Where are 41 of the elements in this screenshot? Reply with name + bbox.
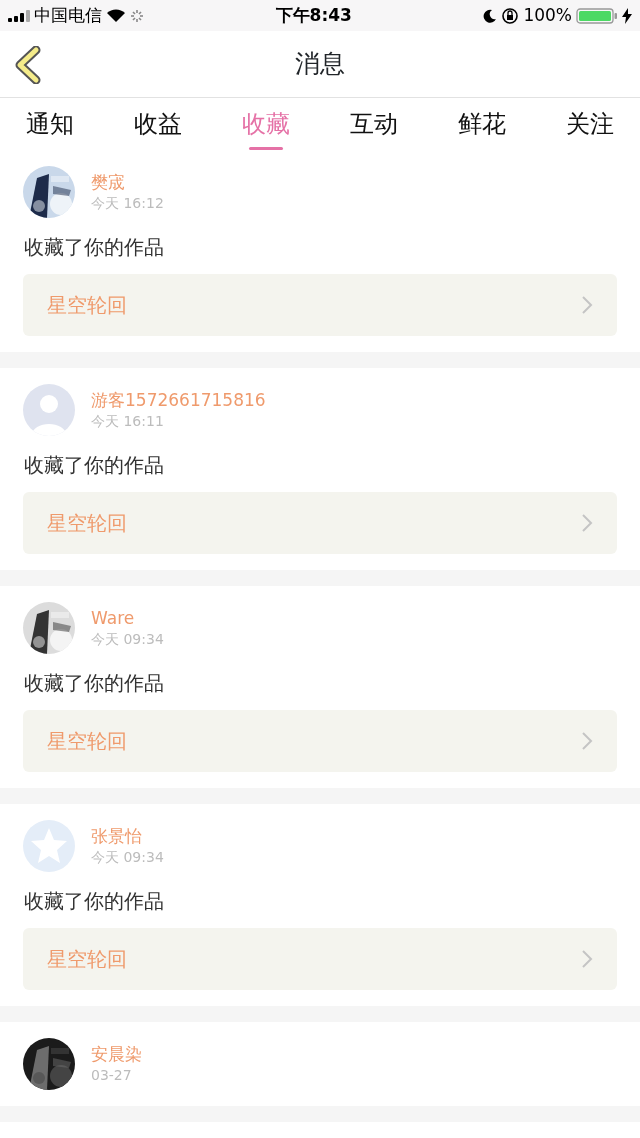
- avatar-icon: [23, 820, 75, 872]
- rotation-lock-icon: [501, 6, 520, 25]
- work-link[interactable]: 星空轮回: [23, 928, 617, 990]
- work-link[interactable]: 星空轮回: [23, 274, 617, 336]
- tab[interactable]: 关注: [550, 102, 630, 150]
- chevron-right-icon: [581, 949, 593, 969]
- message-time: 03-27: [91, 1066, 133, 1085]
- message-time: 今天 09:34: [91, 630, 164, 649]
- user-name[interactable]: 安晨染: [91, 1043, 142, 1065]
- battery-icon: [576, 7, 618, 24]
- charging-icon: [622, 7, 632, 24]
- message-text: 收藏了你的作品: [24, 452, 165, 479]
- status-time: 下午8:43: [275, 3, 352, 27]
- user-name[interactable]: 张景怡: [91, 825, 164, 847]
- tab[interactable]: 收益: [118, 102, 198, 150]
- work-link[interactable]: 星空轮回: [23, 492, 617, 554]
- message-time: 今天 09:34: [91, 848, 164, 867]
- message-time: 今天 16:11: [91, 412, 165, 431]
- tab[interactable]: 通知: [10, 102, 90, 150]
- tab[interactable]: 互动: [334, 102, 414, 150]
- signal-icon: [8, 9, 30, 22]
- message-text: 收藏了你的作品: [24, 234, 165, 261]
- user-name[interactable]: 樊宬: [91, 171, 164, 193]
- loading-icon: [130, 8, 144, 23]
- wifi-icon: [106, 8, 126, 23]
- message-time: 今天 16:12: [91, 194, 164, 213]
- user-name[interactable]: 游客1572661715816: [91, 389, 266, 411]
- message-text: 收藏了你的作品: [24, 888, 165, 915]
- work-link[interactable]: 星空轮回: [23, 710, 617, 772]
- user-name[interactable]: Ware: [91, 607, 164, 629]
- page-title: 消息: [295, 48, 345, 81]
- tab[interactable]: 鲜花: [442, 102, 522, 150]
- battery-percent: 100%: [523, 3, 572, 27]
- message-text: 收藏了你的作品: [24, 670, 165, 697]
- carrier-name: 中国电信: [34, 3, 102, 27]
- chevron-right-icon: [581, 731, 593, 751]
- avatar-icon: [23, 384, 75, 436]
- moon-icon: [483, 8, 498, 23]
- chevron-right-icon: [581, 295, 593, 315]
- tab[interactable]: 收藏: [226, 102, 306, 150]
- chevron-right-icon: [581, 513, 593, 533]
